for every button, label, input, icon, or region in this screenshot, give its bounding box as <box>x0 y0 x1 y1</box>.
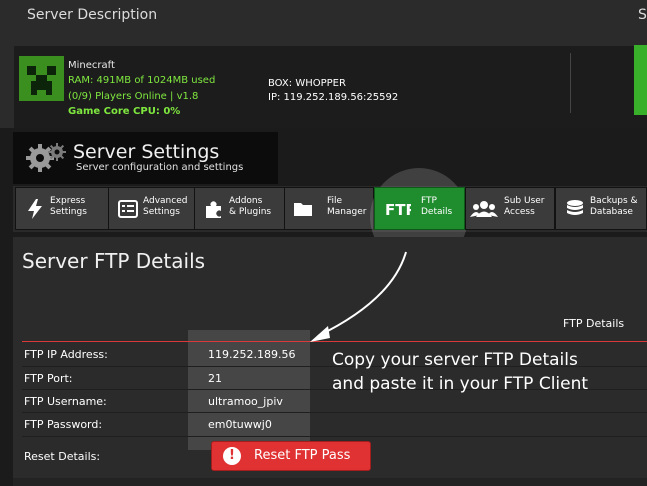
settings-list-icon <box>118 200 138 218</box>
users-icon <box>470 201 498 217</box>
arrow-icon <box>310 251 407 342</box>
alert-icon: ! <box>223 447 241 465</box>
folder-icon <box>294 203 312 216</box>
puzzle-icon <box>206 201 221 218</box>
box-name: BOX: WHOPPER <box>268 78 346 89</box>
svg-text:FTP: FTP <box>385 201 411 219</box>
ftp-ip-label: FTP IP Address: <box>24 348 108 361</box>
tab-backups-database[interactable]: Backups & Database <box>555 187 647 230</box>
tab-label: Sub User Access <box>504 196 545 217</box>
tab-label: Backups & Database <box>590 196 638 217</box>
instruction-text: Copy your server FTP Details <box>332 350 578 370</box>
ftp-password-value: em0tuwwj0 <box>208 418 272 431</box>
side-panel-title: S <box>638 7 647 23</box>
gears-icon <box>26 143 66 172</box>
players-online: (0/9) Players Online | v1.8 <box>68 91 199 102</box>
row-divider <box>22 436 647 437</box>
divider <box>570 53 571 113</box>
ftp-username-value: ultramoo_jpiv <box>208 395 283 408</box>
tab-advanced-settings[interactable]: Advanced Settings <box>108 187 195 230</box>
settings-subtitle: Server configuration and settings <box>76 162 244 173</box>
tab-express-settings[interactable]: Express Settings <box>15 187 109 230</box>
box-ip: IP: 119.252.189.56:25592 <box>268 92 399 103</box>
ftp-password-label: FTP Password: <box>24 418 103 431</box>
page-title: Server FTP Details <box>22 249 206 273</box>
tab-label: File Manager <box>327 196 367 217</box>
tab-label: FTP Details <box>421 196 453 217</box>
status-bar <box>634 45 647 115</box>
ftp-icon: FTP <box>385 201 411 219</box>
ram-usage: RAM: 491MB of 1024MB used <box>68 75 216 86</box>
game-name: Minecraft <box>68 60 115 71</box>
section-label: FTP Details <box>563 317 625 330</box>
tab-addons-plugins[interactable]: Addons & Plugins <box>194 187 285 230</box>
server-description-title: Server Description <box>27 7 158 23</box>
reset-details-label: Reset Details: <box>24 450 101 463</box>
reset-ftp-pass-button[interactable]: ! Reset FTP Pass <box>211 441 371 471</box>
ftp-ip-value: 119.252.189.56 <box>208 348 296 361</box>
ftp-port-value: 21 <box>208 372 222 385</box>
settings-title: Server Settings <box>73 141 220 163</box>
minecraft-creeper-icon <box>19 56 64 101</box>
ftp-port-label: FTP Port: <box>24 372 73 385</box>
reset-button-label: Reset FTP Pass <box>254 448 351 463</box>
ftp-username-label: FTP Username: <box>24 395 107 408</box>
instruction-text: and paste it in your FTP Client <box>332 374 589 394</box>
tab-label: Express Settings <box>50 196 87 217</box>
tab-label: Addons & Plugins <box>229 196 272 217</box>
tab-file-manager[interactable]: File Manager <box>284 187 374 230</box>
tab-sub-user-access[interactable]: Sub User Access <box>465 187 555 230</box>
tab-ftp-details[interactable]: FTP FTP Details <box>374 187 465 230</box>
row-divider <box>22 412 647 413</box>
database-icon <box>567 200 583 215</box>
lightning-icon <box>28 199 42 219</box>
cpu-usage: Game Core CPU: 0% <box>68 106 181 117</box>
tab-label: Advanced Settings <box>143 196 188 217</box>
footer-strip <box>13 478 647 486</box>
